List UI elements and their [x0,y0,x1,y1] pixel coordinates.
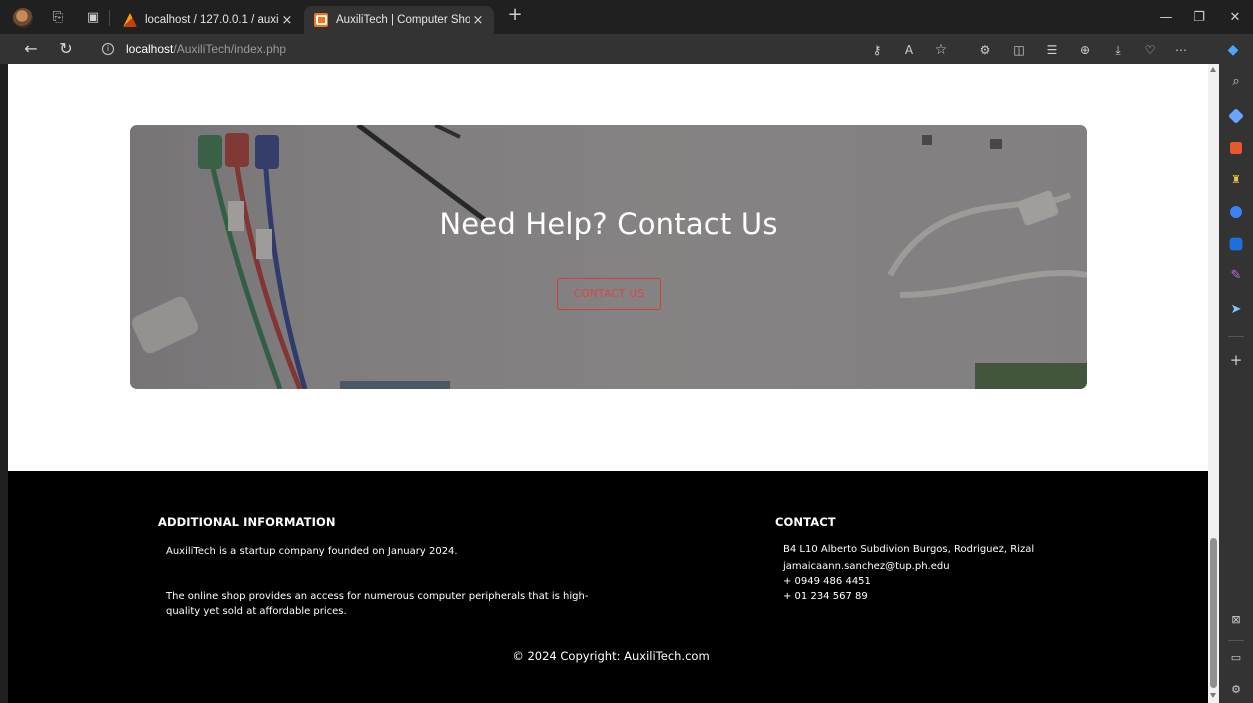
back-arrow-icon[interactable]: ← [20,38,42,60]
favorite-star-icon[interactable]: ☆ [932,41,950,59]
sidebar-divider [1228,336,1244,337]
auxilitech-icon [314,13,328,27]
split-screen-icon[interactable]: ◫ [1010,41,1028,59]
additional-info-text: AuxiliTech is a startup company founded … [166,546,458,557]
profile-avatar[interactable] [13,8,33,28]
phpmyadmin-icon [123,13,137,27]
performance-icon[interactable]: ♡ [1141,41,1159,59]
browser-toolbar: ← ↻ i localhost/AuxiliTech/index.php ⚷ A… [0,34,1253,64]
settings-gear-icon[interactable]: ⚙ [1228,682,1244,698]
key-icon[interactable]: ⚷ [868,41,886,59]
collections-icon[interactable]: ⊕ [1076,41,1094,59]
minimize-button[interactable]: — [1155,8,1177,28]
contact-address: B4 L10 Alberto Subdivion Burgos, Rodrigu… [783,544,1035,555]
restore-button[interactable]: ❐ [1188,8,1210,28]
additional-info-heading: ADDITIONAL INFORMATION [158,515,336,529]
page-viewport: Need Help? Contact Us CONTACT US ADDITIO… [8,64,1208,703]
banner-overlay [130,125,1087,389]
tools-icon[interactable] [1230,142,1242,154]
url-text[interactable]: localhost/AuxiliTech/index.php [126,42,286,56]
contact-banner: Need Help? Contact Us CONTACT US [130,125,1087,389]
outlook-icon[interactable] [1229,237,1243,251]
address-bar[interactable]: i localhost/AuxiliTech/index.php [90,37,960,61]
site-info-icon[interactable]: i [102,43,114,55]
workspaces-icon[interactable]: ⎘ [49,9,67,27]
contact-email[interactable]: jamaicaann.sanchez@tup.ph.edu [783,561,950,572]
titlebar-divider [109,10,110,26]
games-icon[interactable]: ♜ [1228,172,1244,188]
close-tab-icon[interactable]: × [470,13,486,28]
downloads-icon[interactable]: ⤓ [1109,41,1127,59]
contact-heading: CONTACT [775,515,836,529]
scroll-thumb[interactable] [1210,538,1217,688]
more-options-icon[interactable]: ⋯ [1172,41,1190,59]
designer-icon[interactable]: ✎ [1228,268,1244,284]
page-footer: ADDITIONAL INFORMATION AuxiliTech is a s… [8,471,1208,703]
shopping-tag-icon[interactable] [1228,108,1244,124]
url-host: localhost [126,42,174,56]
contact-phone: + 01 234 567 89 [783,591,868,602]
tab-actions-icon[interactable]: ▣ [84,9,102,27]
sidebar-toggle-icon[interactable]: ▭ [1228,650,1244,666]
add-icon[interactable]: + [1228,352,1244,368]
browser-sidebar: ⌕ ♜ ✎ ➤ + ⊠ ▭ ⚙ [1219,64,1253,703]
search-icon[interactable]: ⌕ [1228,74,1244,90]
browser-titlebar: ⎘ ▣ localhost / 127.0.0.1 / auxilitech /… [0,0,1253,34]
copyright-text: © 2024 Copyright: AuxiliTech.com [512,649,710,663]
scroll-down-arrow-icon[interactable] [1210,693,1216,698]
copilot-icon[interactable]: ◆ [1224,41,1242,59]
tab-title: AuxiliTech | Computer Shop [336,14,470,26]
contact-phone: + 0949 486 4451 [783,576,871,587]
close-tab-icon[interactable]: × [279,13,295,28]
new-tab-button[interactable]: + [504,6,526,24]
screenshot-icon[interactable]: ⊠ [1228,612,1244,628]
additional-info-text: The online shop provides an access for n… [166,591,589,617]
sidebar-divider [1228,640,1244,641]
tab-title: localhost / 127.0.0.1 / auxilitech / [145,14,279,26]
microsoft-365-icon[interactable] [1230,206,1242,218]
extensions-icon[interactable]: ⚙ [976,41,994,59]
contact-us-button[interactable]: CONTACT US [557,278,661,310]
favorites-icon[interactable]: ☰ [1043,41,1061,59]
send-icon[interactable]: ➤ [1228,302,1244,318]
scroll-up-arrow-icon[interactable] [1210,67,1216,72]
vertical-scrollbar[interactable] [1208,64,1219,703]
banner-title: Need Help? Contact Us [439,207,778,241]
refresh-icon[interactable]: ↻ [55,38,77,60]
browser-tab-phpmyadmin[interactable]: localhost / 127.0.0.1 / auxilitech / × [113,6,303,34]
read-aloud-icon[interactable]: A [900,41,918,59]
close-window-button[interactable]: ✕ [1224,8,1246,28]
browser-tab-auxilitech[interactable]: AuxiliTech | Computer Shop × [304,6,494,34]
url-path: /AuxiliTech/index.php [173,42,287,56]
